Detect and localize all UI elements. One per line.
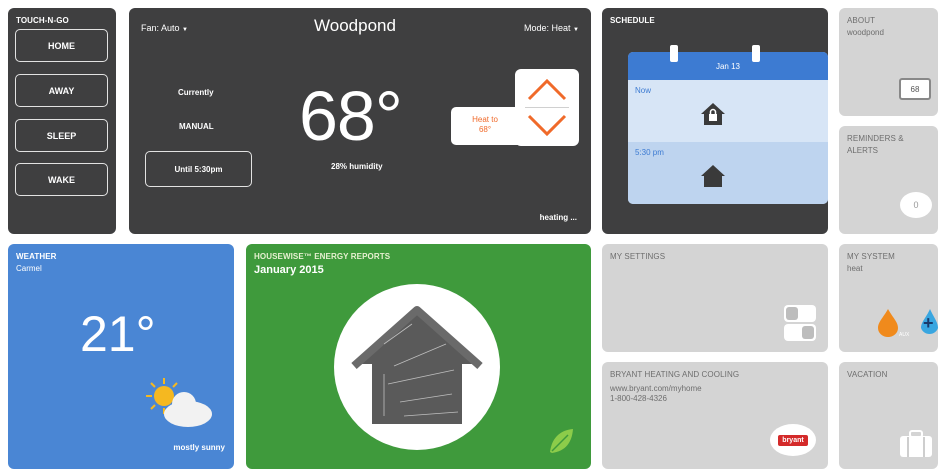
bryant-url[interactable]: www.bryant.com/myhome xyxy=(610,384,702,393)
my-settings-title: MY SETTINGS xyxy=(610,252,666,261)
reminders-title-line2: ALERTS xyxy=(847,146,878,155)
my-settings-tile[interactable]: MY SETTINGS xyxy=(602,244,828,352)
home-icon xyxy=(701,165,725,187)
currently-label: Currently xyxy=(178,88,214,97)
toggle-switch-icon xyxy=(784,305,816,341)
energy-reports-tile[interactable]: HOUSEWISE™ ENERGY REPORTS January 2015 xyxy=(246,244,591,469)
wake-button[interactable]: WAKE xyxy=(15,163,108,196)
weather-location: Carmel xyxy=(16,264,42,273)
mode-dropdown[interactable]: Mode: Heat ▼ xyxy=(524,23,579,33)
humidity-label: 28% humidity xyxy=(331,162,383,171)
bryant-tile[interactable]: BRYANT HEATING AND COOLING www.bryant.co… xyxy=(602,362,828,469)
calendar-ring-right xyxy=(752,45,760,62)
about-tile[interactable]: ABOUT woodpond 68 xyxy=(839,8,938,116)
about-badge: 68 xyxy=(910,84,920,94)
bryant-logo-bubble: bryant xyxy=(770,424,816,456)
bryant-logo: bryant xyxy=(778,434,808,446)
schedule-row-later[interactable]: 5:30 pm xyxy=(628,142,828,204)
heat-to-label: Heat to xyxy=(472,115,498,124)
schedule-time: Now xyxy=(635,86,652,95)
thermostat-tile: Fan: Auto ▼ Woodpond Mode: Heat ▼ Curren… xyxy=(129,8,591,234)
status-label: heating ... xyxy=(539,213,577,222)
schedule-tile[interactable]: SCHEDULE Jan 13 Now 5:30 pm xyxy=(602,8,828,234)
flame-icon xyxy=(878,309,898,337)
schedule-title: SCHEDULE xyxy=(610,16,655,25)
about-subtitle: woodpond xyxy=(847,28,884,37)
reminders-tile[interactable]: REMINDERS & ALERTS 0 xyxy=(839,126,938,234)
weather-title: WEATHER xyxy=(16,252,57,261)
energy-house-illustration xyxy=(334,284,500,450)
leaf-icon xyxy=(550,429,573,453)
speech-bubble-icon: 0 xyxy=(900,192,932,218)
chevron-down-icon[interactable] xyxy=(515,108,579,146)
bryant-phone[interactable]: 1-800-428-4326 xyxy=(610,394,667,403)
home-away-icon xyxy=(701,103,725,125)
chevron-up-icon[interactable] xyxy=(515,69,579,107)
manual-label: MANUAL xyxy=(179,122,214,131)
suitcase-icon xyxy=(900,430,932,457)
schedule-row-now[interactable]: Now xyxy=(628,80,828,142)
heat-to-value: 68° xyxy=(478,125,492,134)
thermostat-name: Woodpond xyxy=(314,16,396,35)
heat-to-panel: Heat to 68° xyxy=(451,107,519,145)
until-button[interactable]: Until 5:30pm xyxy=(145,151,252,187)
sleep-button[interactable]: SLEEP xyxy=(15,119,108,152)
chevron-down-icon: ▼ xyxy=(573,27,579,33)
bryant-title: BRYANT HEATING AND COOLING xyxy=(610,370,740,379)
touch-n-go-title: TOUCH-N-GO xyxy=(16,16,69,25)
my-system-title: MY SYSTEM xyxy=(847,252,895,261)
vacation-tile[interactable]: VACATION xyxy=(839,362,938,469)
my-system-tile[interactable]: MY SYSTEM heat AUX + xyxy=(839,244,938,352)
house-icon xyxy=(351,306,483,424)
setpoint-control xyxy=(515,69,579,146)
away-button[interactable]: AWAY xyxy=(15,74,108,107)
weather-condition: mostly sunny xyxy=(173,443,225,452)
touch-n-go-tile: TOUCH-N-GO HOME AWAY SLEEP WAKE xyxy=(8,8,116,234)
vacation-title: VACATION xyxy=(847,370,888,379)
my-system-subtitle: heat xyxy=(847,264,863,273)
reminders-title-line1: REMINDERS & xyxy=(847,134,904,143)
calendar-ring-left xyxy=(670,45,678,62)
weather-tile[interactable]: WEATHER Carmel 21° mostly sunny xyxy=(8,244,234,469)
thermostat-device-icon: 68 xyxy=(899,78,931,100)
schedule-time: 5:30 pm xyxy=(635,148,664,157)
aux-label: AUX xyxy=(899,332,910,338)
energy-title: HOUSEWISE™ ENERGY REPORTS xyxy=(254,252,391,261)
about-title: ABOUT xyxy=(847,16,876,25)
weather-temperature: 21° xyxy=(80,306,156,362)
home-button[interactable]: HOME xyxy=(15,29,108,62)
current-temperature: 68° xyxy=(299,77,403,155)
mode-label: Mode: Heat xyxy=(524,23,571,33)
partly-sunny-icon xyxy=(146,378,212,427)
reminders-count: 0 xyxy=(913,200,919,210)
calendar-date: Jan 13 xyxy=(628,52,828,80)
calendar: Jan 13 Now 5:30 pm xyxy=(628,52,828,204)
plus-icon: + xyxy=(923,313,934,333)
energy-subtitle: January 2015 xyxy=(254,264,324,276)
